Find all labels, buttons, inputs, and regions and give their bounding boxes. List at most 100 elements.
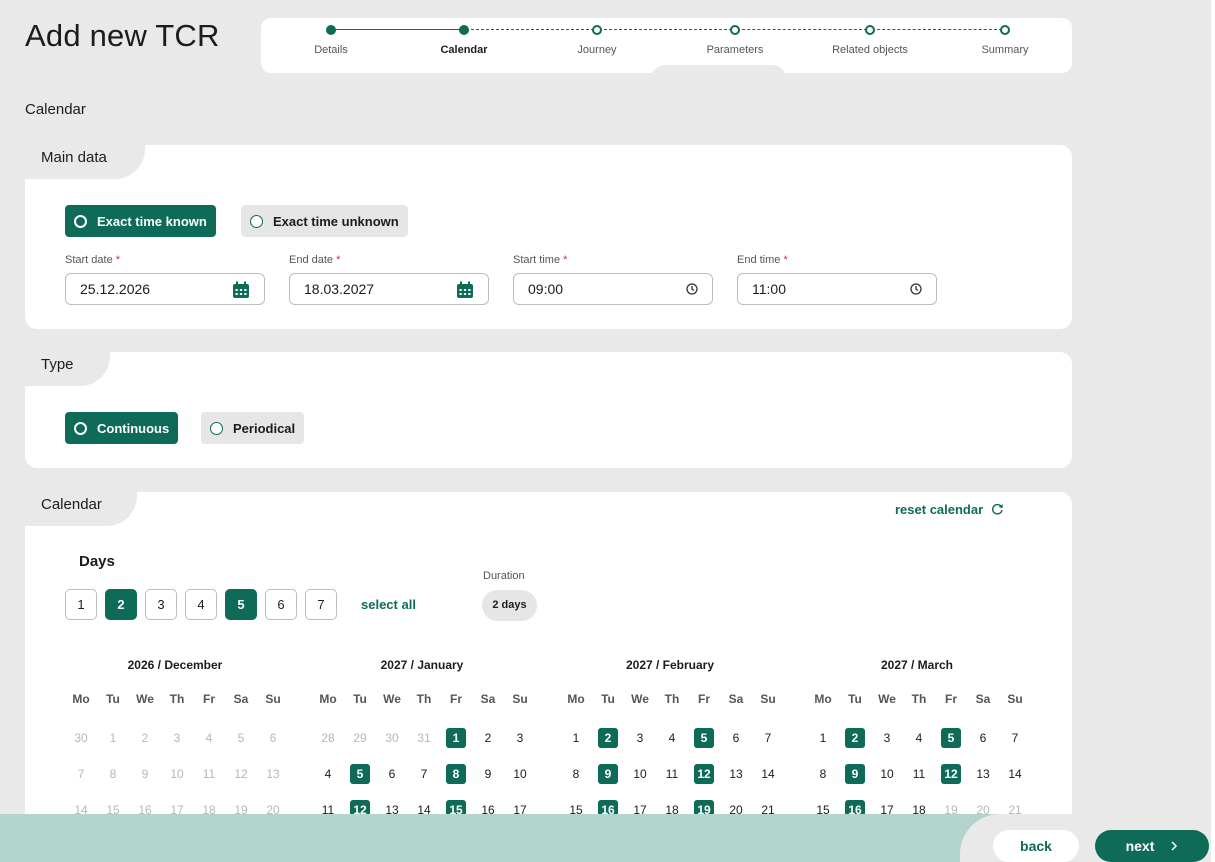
day-number: 5 [237,731,245,745]
calendar-day[interactable]: 2 [472,728,504,748]
calendar-day[interactable]: 1 [560,728,592,748]
calendar-day[interactable]: 6 [376,764,408,784]
start-date-field[interactable]: 25.12.2026 [65,273,265,305]
calendar-day[interactable]: 2 [129,728,161,748]
step-dot-todo [1000,25,1010,35]
exact-time-unknown-option[interactable]: Exact time unknown [241,205,408,237]
calendar-day-selected[interactable]: 9 [839,764,871,784]
calendar-day-selected[interactable]: 2 [839,728,871,748]
calendar-day[interactable]: 29 [344,728,376,748]
calendar-icon[interactable] [232,281,250,299]
calendar-day-selected[interactable]: 9 [592,764,624,784]
calendar-day[interactable]: 7 [65,764,97,784]
calendar-day-selected[interactable]: 5 [935,728,967,748]
reset-calendar-button[interactable]: reset calendar [895,502,1004,517]
calendar-day-selected[interactable]: 2 [592,728,624,748]
calendar-day[interactable]: 11 [193,764,225,784]
calendar-day[interactable]: 13 [720,764,752,784]
end-time-field[interactable]: 11:00 [737,273,937,305]
calendar-day-selected[interactable]: 12 [688,764,720,784]
calendar-day[interactable]: 3 [504,728,536,748]
back-button[interactable]: back [993,830,1079,862]
weekday-header: Sa [728,692,744,706]
calendar-day[interactable]: 1 [97,728,129,748]
calendar-day[interactable]: 4 [903,728,935,748]
calendar-day[interactable]: 8 [807,764,839,784]
calendar-day[interactable]: 28 [312,728,344,748]
calendar-day-selected[interactable]: 8 [440,764,472,784]
calendar-day[interactable]: 5 [225,728,257,748]
calendar-day[interactable]: 11 [903,764,935,784]
calendar-day[interactable]: 7 [999,728,1031,748]
day-number: 5 [941,728,961,748]
calendar-day[interactable]: 3 [624,728,656,748]
clock-icon[interactable] [910,283,922,295]
calendar-icon[interactable] [456,281,474,299]
calendar-day[interactable]: 1 [807,728,839,748]
day-toggle-5[interactable]: 5 [225,589,257,620]
weekday-header: Tu [353,692,367,706]
required-mark: * [115,254,121,266]
end-date-field[interactable]: 18.03.2027 [289,273,489,305]
calendar-day[interactable]: 9 [129,764,161,784]
calendar-day[interactable]: 6 [257,728,289,748]
calendar-day-selected[interactable]: 12 [935,764,967,784]
label-text: Start time [513,254,561,266]
calendar-day[interactable]: 30 [376,728,408,748]
calendar-day[interactable]: 4 [193,728,225,748]
weekday-header: Fr [698,692,710,706]
day-number: 3 [516,731,524,745]
day-toggle-7[interactable]: 7 [305,589,337,620]
day-toggle-1[interactable]: 1 [65,589,97,620]
weekday-header: Fr [203,692,215,706]
select-all-link[interactable]: select all [361,597,416,612]
day-toggle-6[interactable]: 6 [265,589,297,620]
day-toggle-3[interactable]: 3 [145,589,177,620]
weekday-header: Mo [567,692,585,706]
required-mark: * [783,254,788,266]
day-number: 11 [202,767,216,781]
day-toggle-2[interactable]: 2 [105,589,137,620]
calendar-day[interactable]: 8 [97,764,129,784]
start-time-field[interactable]: 09:00 [513,273,713,305]
calendar-day[interactable]: 11 [656,764,688,784]
day-number: 4 [915,731,923,745]
step-dot-todo [865,25,875,35]
calendar-day[interactable]: 10 [624,764,656,784]
calendar-day[interactable]: 3 [161,728,193,748]
calendar-day[interactable]: 31 [408,728,440,748]
next-button[interactable]: next [1095,830,1209,862]
calendar-day[interactable]: 8 [560,764,592,784]
exact-time-known-option[interactable]: Exact time known [65,205,216,237]
calendar-day[interactable]: 7 [752,728,784,748]
periodical-option[interactable]: Periodical [201,412,305,444]
calendar-day[interactable]: 30 [65,728,97,748]
step-connector [732,29,867,30]
calendar-day[interactable]: 4 [656,728,688,748]
calendar-day[interactable]: 10 [871,764,903,784]
calendar-day[interactable]: 3 [871,728,903,748]
calendar-day[interactable]: 6 [967,728,999,748]
calendar-day[interactable]: 10 [504,764,536,784]
calendar-day[interactable]: 4 [312,764,344,784]
day-number: 29 [353,731,367,745]
step-label: Summary [981,44,1029,56]
calendar-day[interactable]: 13 [257,764,289,784]
step-dot-todo [730,25,740,35]
calendar-day-selected[interactable]: 1 [440,728,472,748]
calendar-day[interactable]: 14 [999,764,1031,784]
calendar-day[interactable]: 10 [161,764,193,784]
day-number: 4 [205,731,213,745]
calendar-day-selected[interactable]: 5 [344,764,376,784]
day-number: 9 [484,767,492,781]
day-toggle-4[interactable]: 4 [185,589,217,620]
calendar-day[interactable]: 6 [720,728,752,748]
calendar-day[interactable]: 13 [967,764,999,784]
calendar-day[interactable]: 14 [752,764,784,784]
clock-icon[interactable] [686,283,698,295]
calendar-day[interactable]: 9 [472,764,504,784]
calendar-day[interactable]: 7 [408,764,440,784]
continuous-option[interactable]: Continuous [65,412,179,444]
calendar-day[interactable]: 12 [225,764,257,784]
calendar-day-selected[interactable]: 5 [688,728,720,748]
